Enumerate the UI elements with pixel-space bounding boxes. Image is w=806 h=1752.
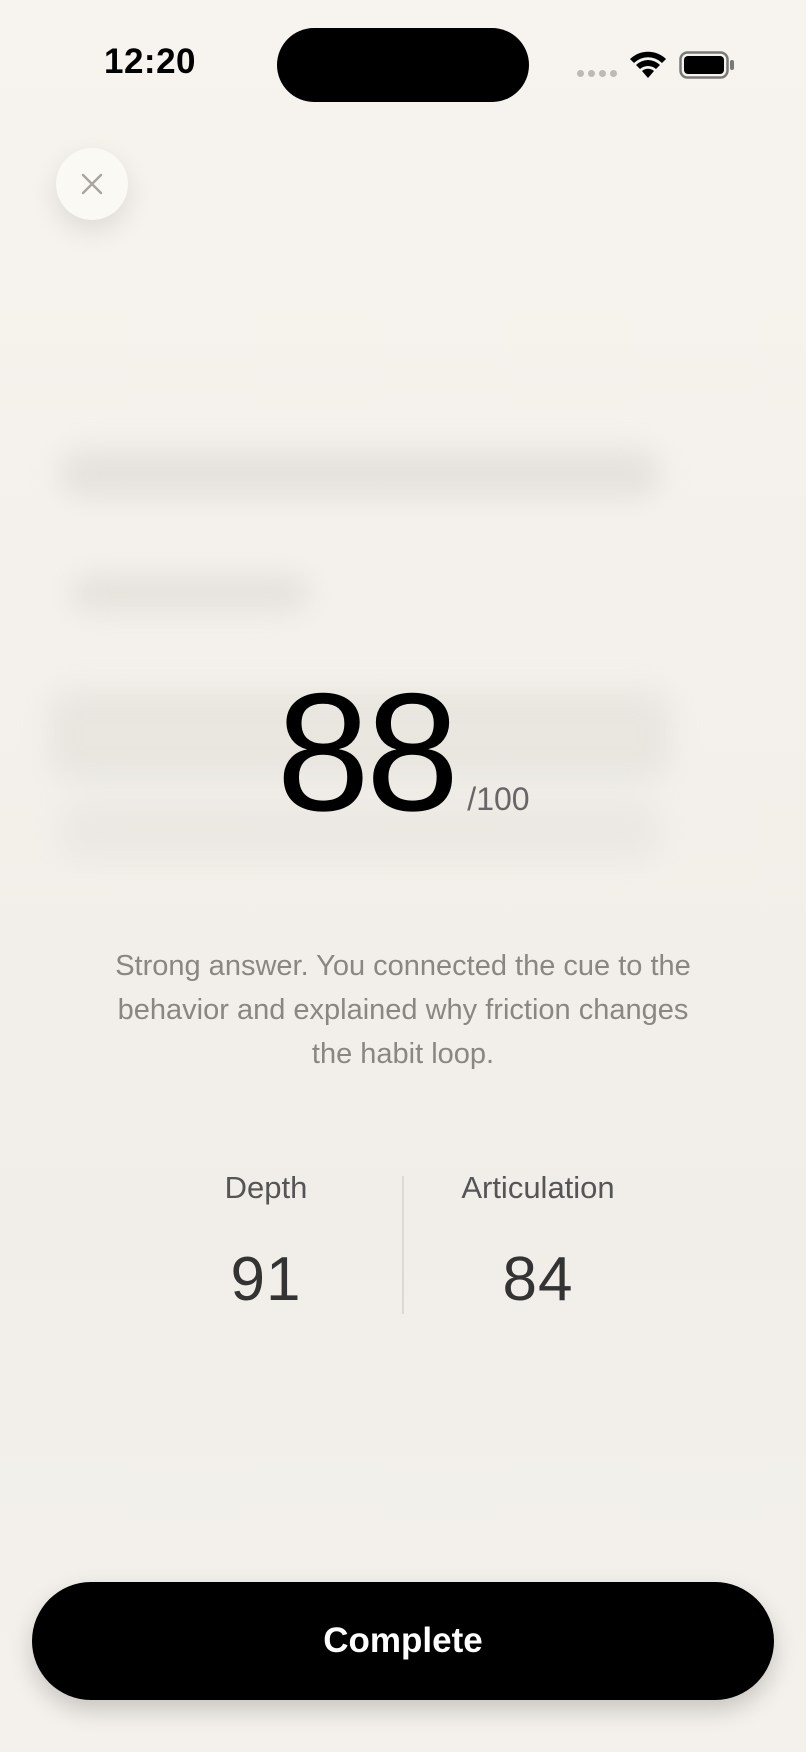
metric-value: 84 bbox=[502, 1245, 574, 1314]
metric-depth: Depth 91 bbox=[146, 1170, 386, 1315]
score-result-screen: 12:20 88 /100 Strong answer. You connect… bbox=[0, 0, 806, 1752]
metric-articulation: Articulation 84 bbox=[418, 1170, 658, 1315]
status-time: 12:20 bbox=[104, 42, 197, 81]
score-max-label: /100 bbox=[467, 781, 530, 817]
metric-label: Depth bbox=[224, 1170, 308, 1205]
metric-label: Articulation bbox=[461, 1170, 615, 1205]
cellular-dots-icon bbox=[577, 70, 617, 77]
complete-button[interactable]: Complete bbox=[32, 1582, 774, 1700]
close-button[interactable] bbox=[56, 148, 128, 220]
metric-divider bbox=[402, 1176, 404, 1314]
dynamic-island bbox=[277, 28, 529, 102]
battery-icon bbox=[679, 51, 734, 79]
feedback-text: Strong answer. You connected the cue to … bbox=[115, 950, 691, 1070]
metric-value: 91 bbox=[230, 1245, 302, 1314]
blurred-background bbox=[0, 0, 806, 1752]
wifi-icon bbox=[630, 51, 666, 78]
score-value: 88 bbox=[276, 658, 459, 846]
score-display: 88 /100 bbox=[0, 668, 806, 836]
close-icon bbox=[81, 173, 103, 195]
